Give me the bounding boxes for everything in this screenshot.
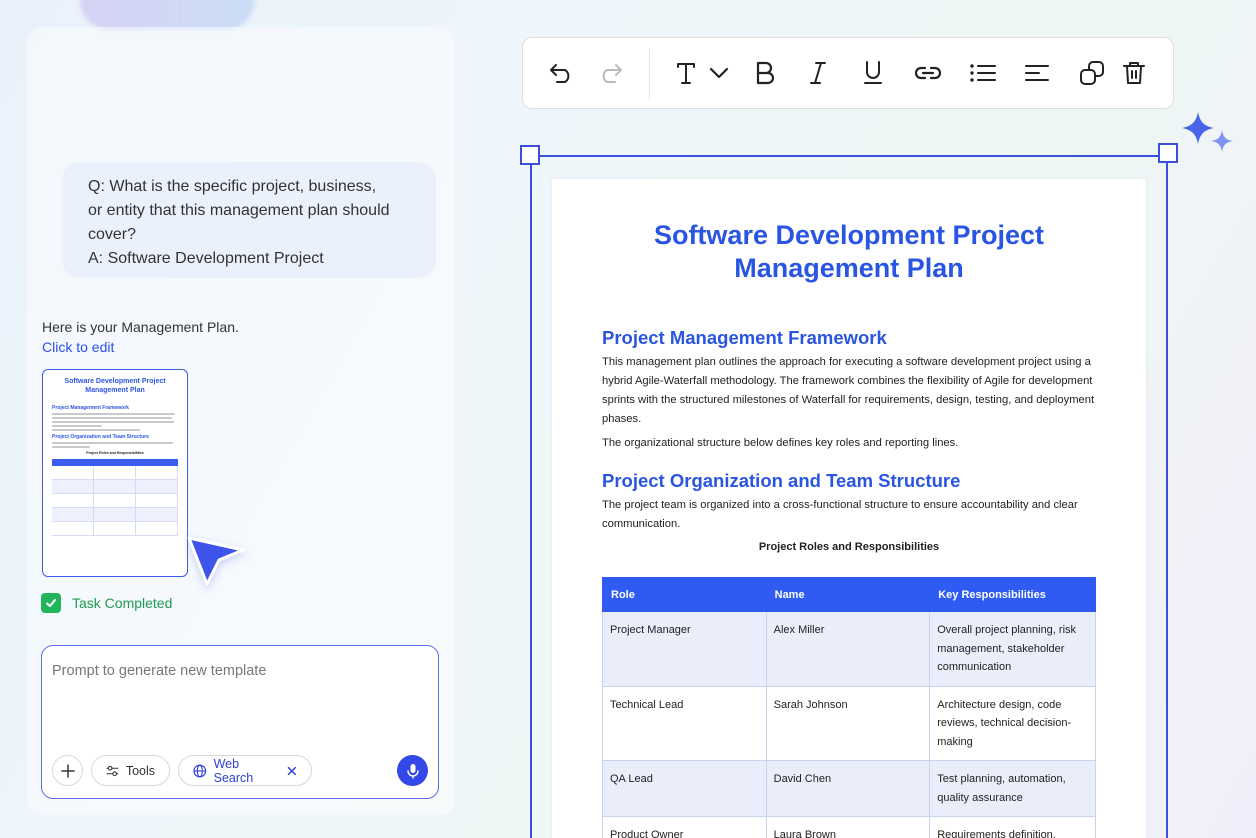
sparkle-icon	[1182, 112, 1233, 152]
add-button[interactable]	[52, 755, 83, 786]
table-cell: Alex Miller	[765, 611, 931, 687]
checkmark-icon	[41, 593, 61, 613]
delete-icon	[1123, 62, 1145, 84]
document-page[interactable]: Software Development Project Management …	[552, 179, 1146, 838]
tools-label: Tools	[125, 763, 155, 778]
resize-handle-top-left[interactable]	[520, 145, 540, 165]
click-to-edit-link[interactable]: Click to edit	[42, 337, 114, 357]
delete-button[interactable]	[1119, 58, 1149, 88]
align-icon	[1025, 65, 1049, 81]
globe-icon	[193, 764, 207, 777]
table-cell: Overall project planning, risk managemen…	[929, 611, 1096, 687]
table-header-cell: Name	[765, 577, 931, 612]
editor-toolbar	[522, 37, 1174, 109]
table-row: Project Manager Alex Miller Overall proj…	[602, 611, 1096, 687]
table-cell: David Chen	[765, 760, 931, 817]
bulleted-list-button[interactable]	[968, 58, 998, 88]
toolbar-divider	[649, 49, 650, 99]
thumbnail-caption: Project Roles and Responsibilities	[86, 451, 144, 455]
prompt-input[interactable]	[52, 663, 422, 679]
chevron-down-icon	[709, 67, 729, 79]
table-cell: Requirements definition, backlog priorit…	[929, 816, 1096, 838]
table-row: QA Lead David Chen Test planning, automa…	[602, 760, 1096, 817]
framework-paragraph: This management plan outlines the approa…	[602, 356, 1095, 425]
question-text: Q: What is the specific project, busines…	[88, 178, 390, 243]
microphone-icon	[406, 763, 419, 779]
document-thumbnail[interactable]: Software Development Project Management …	[42, 369, 188, 577]
undo-button[interactable]	[547, 58, 577, 88]
task-status-label: Task Completed	[72, 595, 173, 611]
decorative-shape	[80, 0, 255, 30]
undo-icon	[550, 64, 570, 83]
roles-table: Role Name Key Responsibilities Project M…	[602, 577, 1096, 838]
align-button[interactable]	[1022, 58, 1052, 88]
table-header-cell: Role	[602, 577, 767, 612]
thumbnail-table	[52, 459, 178, 536]
table-cell: Test planning, automation, quality assur…	[929, 760, 1096, 817]
table-cell: Technical Lead	[602, 685, 767, 761]
link-icon	[914, 66, 942, 80]
table-cell: Project Manager	[602, 611, 767, 687]
sliders-icon	[106, 765, 119, 776]
tools-button[interactable]: Tools	[91, 755, 170, 786]
text-style-dropdown[interactable]	[704, 58, 734, 88]
list-icon	[970, 64, 996, 82]
section-heading-framework: Project Management Framework	[602, 327, 887, 348]
task-status: Task Completed	[41, 593, 172, 613]
web-search-label: Web Search	[213, 756, 254, 785]
web-search-toggle[interactable]: Web Search	[178, 755, 312, 786]
link-button[interactable]	[913, 58, 943, 88]
pointer-cursor-icon	[187, 536, 245, 586]
table-cell: Laura Brown	[765, 816, 931, 838]
text-style-button[interactable]	[671, 58, 701, 88]
table-caption: Project Roles and Responsibilities	[758, 541, 940, 553]
duplicate-icon	[1080, 61, 1104, 85]
close-icon[interactable]	[287, 766, 297, 776]
table-cell: Architecture design, code reviews, techn…	[929, 685, 1096, 761]
underline-button[interactable]	[858, 58, 888, 88]
structure-paragraph: The organizational structure below defin…	[602, 437, 959, 449]
thumbnail-title: Software Development Project Management …	[64, 378, 166, 394]
resize-handle-top-right[interactable]	[1158, 143, 1178, 163]
table-cell: Sarah Johnson	[765, 685, 931, 761]
text-icon	[677, 63, 695, 84]
table-header-cell: Key Responsibilities	[929, 577, 1096, 612]
redo-button[interactable]	[595, 58, 625, 88]
response-message: Here is your Management Plan.	[42, 319, 239, 335]
italic-button[interactable]	[803, 58, 833, 88]
section-heading-organization: Project Organization and Team Structure	[602, 470, 961, 491]
italic-icon	[810, 62, 826, 84]
document-title: Software Development Project Management …	[653, 220, 1045, 283]
thumbnail-section-heading: Project Management Framework	[52, 405, 129, 411]
thumbnail-section-heading: Project Organization and Team Structure	[52, 434, 149, 440]
answer-text: A: Software Development Project	[88, 250, 324, 267]
bold-icon	[756, 61, 775, 85]
table-cell: Product Owner	[602, 816, 767, 838]
duplicate-button[interactable]	[1077, 58, 1107, 88]
prompt-box: Tools Web Search	[41, 645, 439, 799]
table-row: Technical Lead Sarah Johnson Architectur…	[602, 685, 1096, 761]
microphone-button[interactable]	[397, 755, 428, 786]
organization-paragraph: The project team is organized into a cro…	[602, 499, 1078, 530]
table-row: Product Owner Laura Brown Requirements d…	[602, 816, 1096, 838]
underline-icon	[864, 61, 882, 84]
plus-icon	[60, 763, 75, 778]
table-cell: QA Lead	[602, 760, 767, 817]
bold-button[interactable]	[750, 58, 780, 88]
question-answer-bubble: Q: What is the specific project, busines…	[62, 162, 436, 278]
redo-icon	[602, 64, 622, 83]
